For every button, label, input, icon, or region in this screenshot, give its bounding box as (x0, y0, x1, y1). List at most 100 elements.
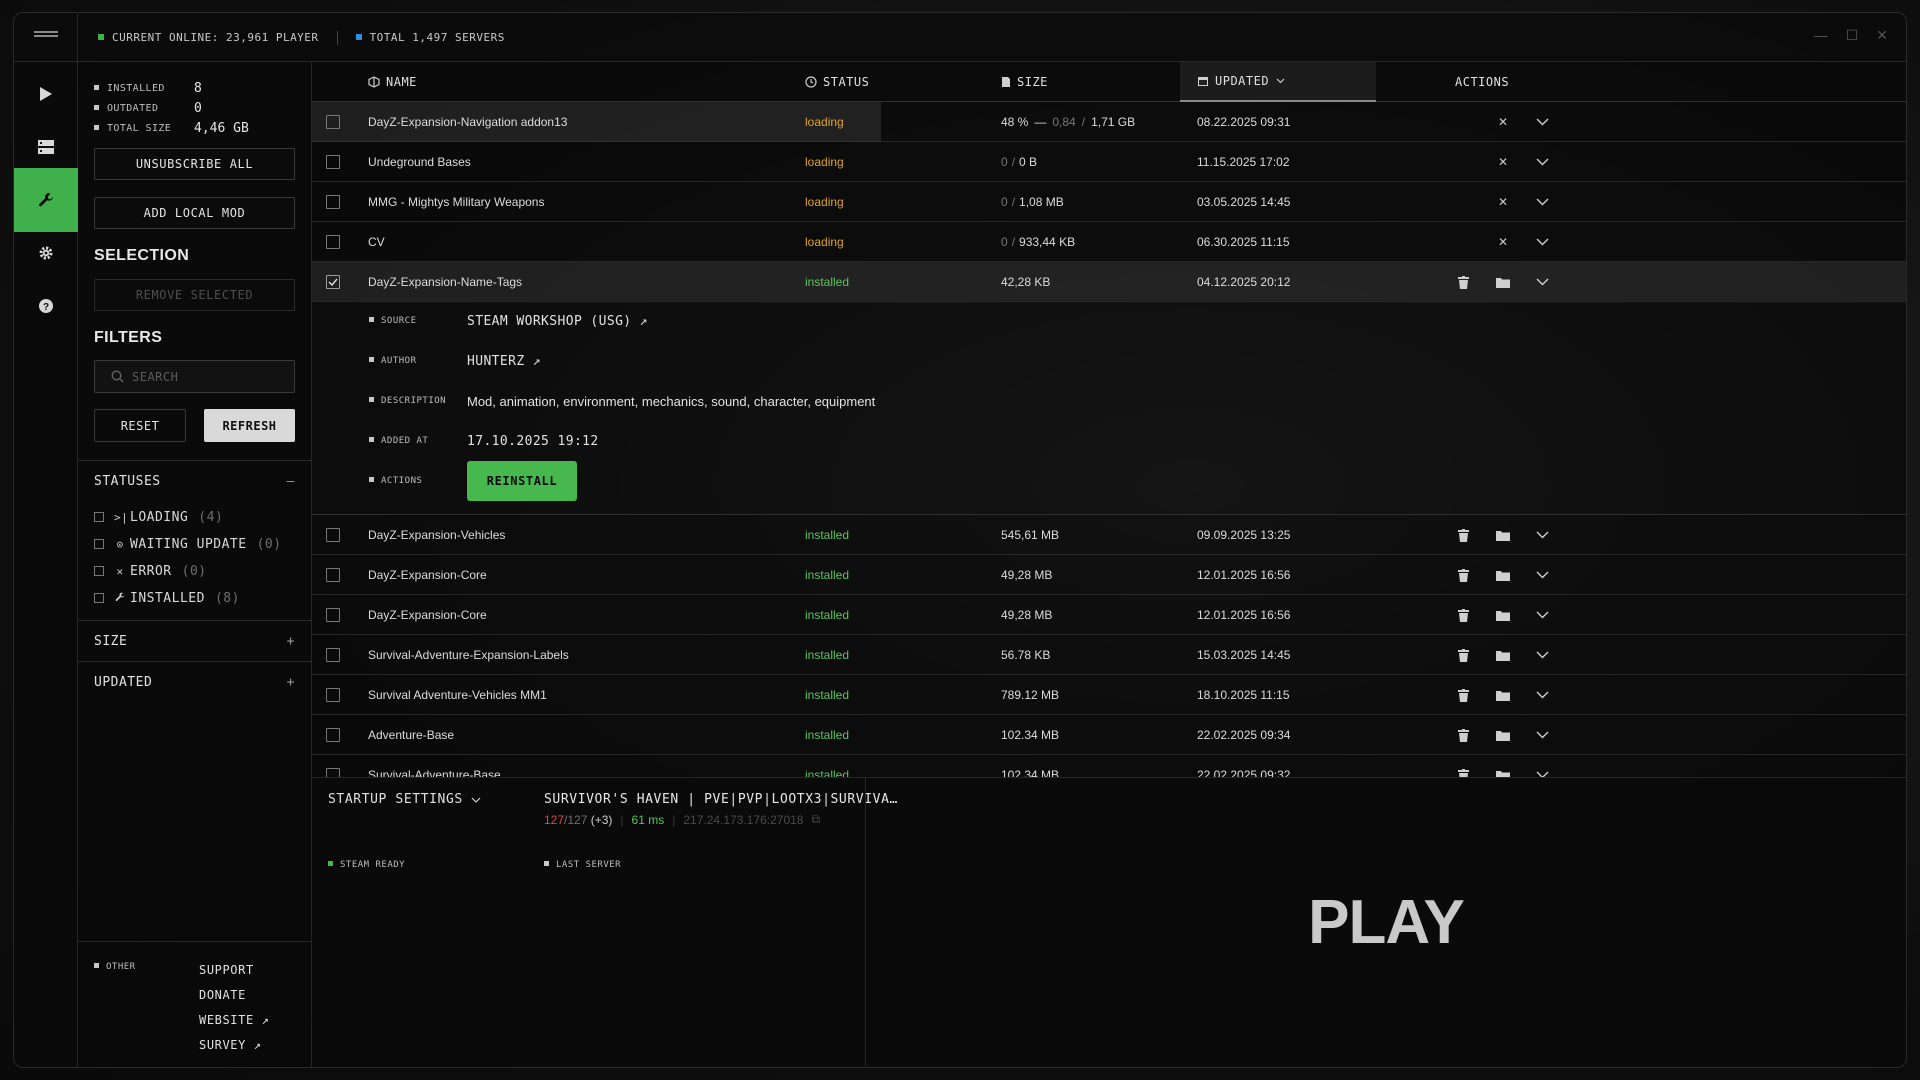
add-local-mod-button[interactable]: ADD LOCAL MOD (94, 197, 295, 229)
expand-row-button[interactable] (1536, 755, 1549, 777)
column-name[interactable]: NAME (368, 62, 417, 102)
filter-installed[interactable]: INSTALLED (8) (94, 589, 240, 607)
column-updated[interactable]: UPDATED (1180, 62, 1376, 102)
open-folder-button[interactable] (1496, 555, 1510, 595)
row-checkbox[interactable] (326, 555, 340, 595)
expand-row-button[interactable] (1536, 675, 1549, 715)
table-row[interactable]: Undeground Bases loading 0/0 B 11.15.202… (312, 142, 1906, 182)
table-row[interactable]: Survival Adventure-Vehicles MM1 installed… (312, 675, 1906, 715)
filter-waiting-update[interactable]: ⊙ WAITING UPDATE (0) (94, 535, 282, 553)
expand-row-button[interactable] (1536, 715, 1549, 755)
survey-link[interactable]: SURVEY ↗ (199, 1033, 269, 1058)
checkbox[interactable] (326, 115, 340, 129)
checkbox-checked[interactable] (326, 275, 340, 289)
play-button[interactable]: PLAY (866, 778, 1906, 1067)
reset-button[interactable]: RESET (94, 409, 186, 442)
delete-button[interactable] (1458, 555, 1469, 595)
reinstall-button[interactable]: REINSTALL (467, 461, 577, 501)
maximize-icon[interactable]: ☐ (1846, 27, 1859, 44)
row-checkbox[interactable] (326, 515, 340, 555)
open-folder-button[interactable] (1496, 715, 1510, 755)
checkbox[interactable] (326, 768, 340, 777)
updated-header[interactable]: UPDATED + (94, 672, 295, 692)
delete-button[interactable] (1458, 715, 1469, 755)
table-row-selected[interactable]: DayZ-Expansion-Name-Tags installed 42,28… (312, 262, 1906, 302)
minimize-icon[interactable]: — (1814, 27, 1828, 44)
column-size[interactable]: SIZE (1001, 62, 1048, 102)
expand-row-button[interactable] (1536, 102, 1549, 142)
open-folder-button[interactable] (1496, 675, 1510, 715)
remove-selected-button[interactable]: REMOVE SELECTED (94, 279, 295, 311)
open-folder-button[interactable] (1496, 262, 1510, 302)
author-link[interactable]: HUNTERZ ↗ (467, 354, 541, 369)
column-status[interactable]: STATUS (805, 62, 869, 102)
checkbox[interactable] (326, 195, 340, 209)
size-header[interactable]: SIZE + (94, 631, 295, 651)
open-folder-button[interactable] (1496, 635, 1510, 675)
table-row[interactable]: MMG - Mightys Military Weapons loading 0… (312, 182, 1906, 222)
table-row[interactable]: Survival-Adventure-Base installed 102.34 M… (312, 755, 1906, 777)
delete-button[interactable] (1458, 755, 1469, 777)
filter-error[interactable]: ✕ ERROR (0) (94, 562, 207, 580)
refresh-button[interactable]: REFRESH (204, 409, 295, 442)
server-name[interactable]: SURVIVOR'S HAVEN | PVE|PVP|LOOTX3|SURVIV… (544, 792, 898, 807)
checkbox[interactable] (326, 235, 340, 249)
source-link[interactable]: STEAM WORKSHOP (USG) ↗ (467, 314, 648, 329)
checkbox[interactable] (326, 568, 340, 582)
delete-button[interactable] (1458, 515, 1469, 555)
table-row[interactable]: DayZ-Expansion-Core installed 49,28 MB 12.0… (312, 555, 1906, 595)
cancel-button[interactable]: ✕ (1491, 182, 1515, 222)
expand-row-button[interactable] (1536, 635, 1549, 675)
collapse-row-button[interactable] (1536, 262, 1549, 302)
checkbox[interactable] (94, 512, 104, 522)
row-checkbox[interactable] (326, 102, 340, 142)
row-checkbox[interactable] (326, 142, 340, 182)
nav-help[interactable]: ? (14, 274, 78, 338)
table-row[interactable]: DayZ-Expansion-Vehicles installed 545,61 M… (312, 515, 1906, 555)
expand-row-button[interactable] (1536, 555, 1549, 595)
copy-icon[interactable]: ⧉ (811, 812, 820, 827)
donate-link[interactable]: DONATE (199, 983, 269, 1008)
checkbox[interactable] (326, 648, 340, 662)
open-folder-button[interactable] (1496, 755, 1510, 777)
expand-row-button[interactable] (1536, 182, 1549, 222)
delete-button[interactable] (1458, 675, 1469, 715)
checkbox[interactable] (94, 539, 104, 549)
expand-row-button[interactable] (1536, 515, 1549, 555)
checkbox[interactable] (326, 688, 340, 702)
row-checkbox[interactable] (326, 222, 340, 262)
checkbox[interactable] (326, 608, 340, 622)
table-row[interactable]: DayZ-Expansion-Core installed 49,28 MB 12.0… (312, 595, 1906, 635)
row-checkbox[interactable] (326, 675, 340, 715)
website-link[interactable]: WEBSITE ↗ (199, 1008, 269, 1033)
open-folder-button[interactable] (1496, 595, 1510, 635)
startup-settings-dropdown[interactable]: STARTUP SETTINGS (328, 792, 481, 807)
expand-row-button[interactable] (1536, 222, 1549, 262)
row-checkbox[interactable] (326, 715, 340, 755)
delete-button[interactable] (1458, 262, 1469, 302)
checkbox[interactable] (94, 593, 104, 603)
cancel-button[interactable]: ✕ (1491, 142, 1515, 182)
expand-row-button[interactable] (1536, 595, 1549, 635)
row-checkbox[interactable] (326, 182, 340, 222)
menu-button[interactable] (14, 13, 78, 62)
filter-loading[interactable]: >| LOADING (4) (94, 508, 223, 526)
table-row[interactable]: DayZ-Expansion-Navigation addon13 loadin… (312, 102, 1906, 142)
checkbox[interactable] (326, 728, 340, 742)
row-checkbox[interactable] (326, 635, 340, 675)
checkbox[interactable] (326, 528, 340, 542)
checkbox[interactable] (326, 155, 340, 169)
unsubscribe-all-button[interactable]: UNSUBSCRIBE ALL (94, 148, 295, 180)
expand-row-button[interactable] (1536, 142, 1549, 182)
table-row[interactable]: Adventure-Base installed 102.34 MB 22.02.20… (312, 715, 1906, 755)
cancel-button[interactable]: ✕ (1491, 102, 1515, 142)
statuses-header[interactable]: STATUSES – (94, 471, 295, 491)
search-input[interactable]: SEARCH (94, 360, 295, 393)
close-window-icon[interactable]: ✕ (1876, 27, 1888, 44)
cancel-button[interactable]: ✕ (1491, 222, 1515, 262)
checkbox[interactable] (94, 566, 104, 576)
row-checkbox[interactable] (326, 595, 340, 635)
open-folder-button[interactable] (1496, 515, 1510, 555)
delete-button[interactable] (1458, 635, 1469, 675)
row-checkbox[interactable] (326, 262, 340, 302)
